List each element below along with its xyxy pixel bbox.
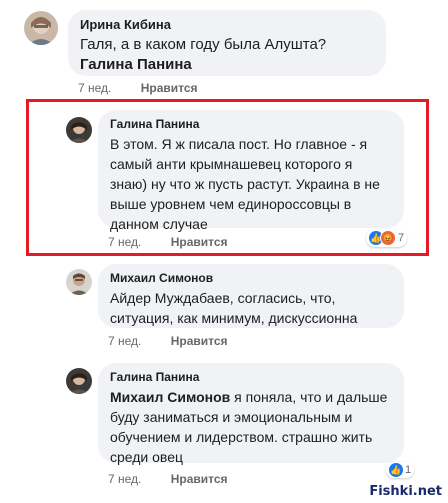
comment-author[interactable]: Галина Панина	[110, 370, 392, 384]
comment-time[interactable]: 7 нед.	[108, 334, 141, 348]
reactions-count: 1	[405, 464, 412, 476]
comment-bubble: Ирина Кибина Галя, а в каком году была А…	[68, 10, 386, 76]
comment-author[interactable]: Ирина Кибина	[80, 17, 374, 32]
like-reaction-icon: 👍	[389, 463, 403, 477]
comment-meta: 7 нед. Нравится	[108, 334, 228, 348]
comment-bubble: Галина Панина Михаил Симонов я поняла, ч…	[98, 363, 404, 465]
comment-author[interactable]: Галина Панина	[110, 117, 392, 131]
reactions-count: 7	[398, 232, 405, 244]
like-button[interactable]: Нравится	[171, 472, 228, 486]
angry-reaction-icon: 😡	[380, 230, 396, 246]
avatar[interactable]	[66, 117, 92, 143]
comment-text: Галя, а в каком году была Алушта?	[80, 36, 327, 53]
comment-bubble: Галина Панина В этом. Я ж писала пост. Н…	[98, 110, 404, 232]
like-button[interactable]: Нравится	[171, 235, 228, 249]
comment-time[interactable]: 7 нед.	[78, 81, 111, 95]
mention-link[interactable]: Галина Панина	[80, 56, 192, 73]
avatar[interactable]	[66, 269, 92, 295]
comment-text: В этом. Я ж писала пост. Но главное - я …	[110, 136, 380, 232]
comment-bubble: Михаил Симонов Айдер Муждабаев, согласис…	[98, 264, 404, 328]
comment-time[interactable]: 7 нед.	[108, 235, 141, 249]
avatar[interactable]	[66, 368, 92, 394]
avatar[interactable]	[24, 11, 58, 45]
comment-time[interactable]: 7 нед.	[108, 472, 141, 486]
comment-text: Айдер Муждабаев, согласись, что, ситуаци…	[110, 290, 358, 326]
reactions-summary[interactable]: 👍 1	[386, 462, 415, 478]
comment-meta: 7 нед. Нравится	[108, 472, 228, 486]
comment-meta: 7 нед. Нравится	[108, 235, 228, 249]
comment-author[interactable]: Михаил Симонов	[110, 271, 392, 285]
like-button[interactable]: Нравится	[171, 334, 228, 348]
reactions-summary[interactable]: 👍 😡 7	[366, 229, 408, 247]
like-button[interactable]: Нравится	[141, 81, 198, 95]
watermark: Fishki.net	[369, 484, 442, 499]
comment-meta: 7 нед. Нравится	[78, 81, 198, 95]
mention-link[interactable]: Михаил Симонов	[110, 389, 230, 405]
